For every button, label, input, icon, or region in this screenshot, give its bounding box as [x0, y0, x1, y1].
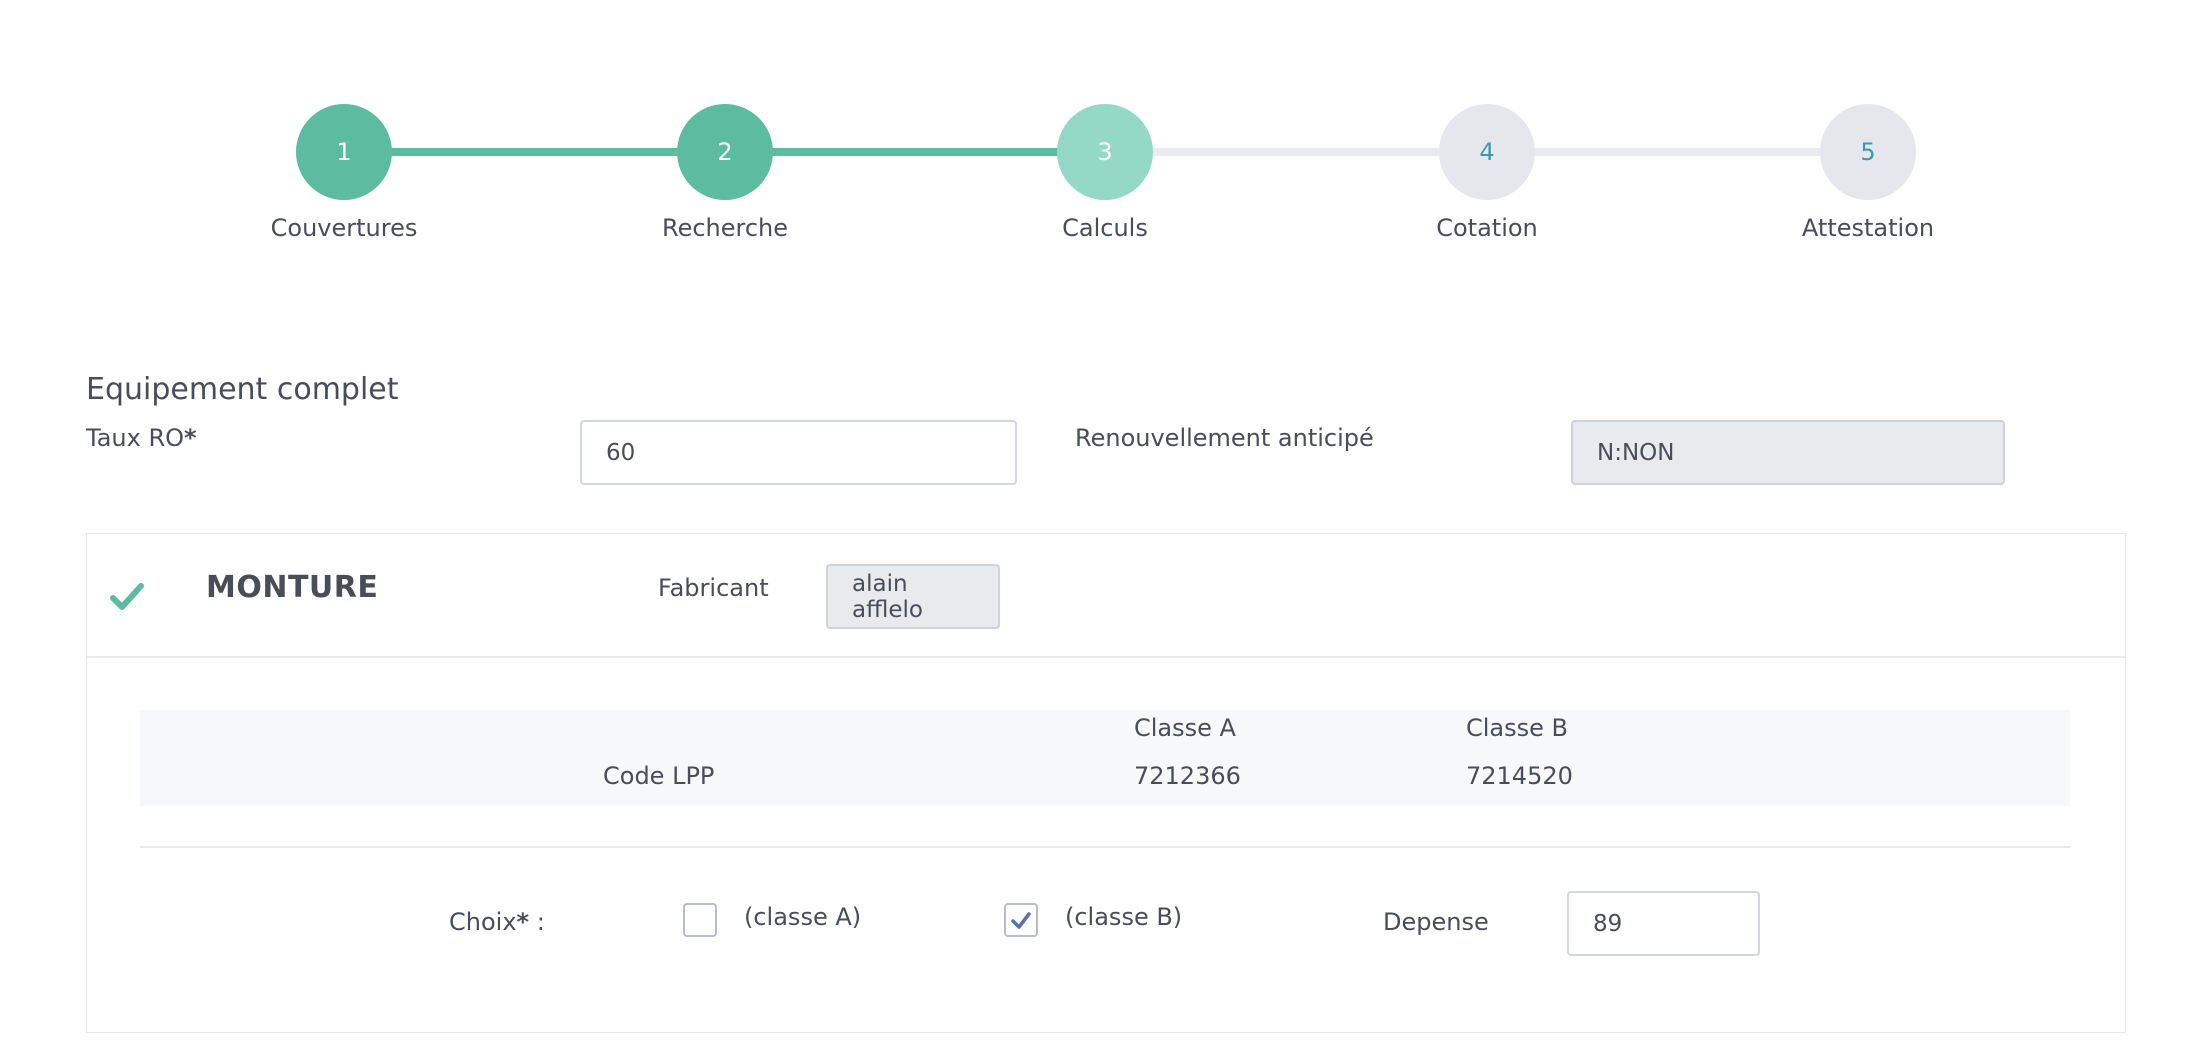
step-connector-4-5 — [1487, 148, 1867, 156]
section-title: Equipement complet — [86, 372, 399, 407]
depense-label: Depense — [1383, 908, 1489, 936]
code-lpp-classe-a: 7212366 — [1134, 762, 1241, 790]
step-1-label: Couvertures — [270, 214, 418, 242]
taux-ro-label: Taux RO* — [86, 424, 197, 452]
renouvellement-select[interactable]: N:NON — [1571, 420, 2005, 485]
column-header-classe-a: Classe A — [1134, 714, 1236, 742]
step-4-label: Cotation — [1436, 214, 1538, 242]
step-1-circle[interactable]: 1 — [296, 104, 392, 200]
classe-b-label[interactable]: (classe B) — [1065, 903, 1182, 931]
choix-label: Choix* : — [449, 908, 545, 936]
depense-input[interactable] — [1567, 891, 1760, 956]
row-label-code-lpp: Code LPP — [603, 762, 715, 790]
step-5-circle[interactable]: 5 — [1820, 104, 1916, 200]
code-lpp-classe-b: 7214520 — [1466, 762, 1573, 790]
step-3-circle[interactable]: 3 — [1057, 104, 1153, 200]
taux-ro-input[interactable] — [580, 420, 1017, 485]
monture-card-header: MONTURE Fabricant alain afflelo — [87, 534, 2125, 658]
column-header-classe-b: Classe B — [1466, 714, 1568, 742]
step-connector-2-3 — [725, 148, 1105, 156]
step-connector-3-4 — [1105, 148, 1487, 156]
monture-card: MONTURE Fabricant alain afflelo Classe A… — [86, 533, 2126, 1033]
classe-b-checkbox[interactable] — [1004, 903, 1038, 937]
step-4-circle[interactable]: 4 — [1439, 104, 1535, 200]
monture-title: MONTURE — [206, 570, 379, 605]
renouvellement-label: Renouvellement anticipé — [1075, 424, 1374, 452]
fabricant-label: Fabricant — [658, 574, 769, 602]
step-5-label: Attestation — [1801, 214, 1935, 242]
checkmark-icon — [1011, 912, 1031, 929]
classe-a-label[interactable]: (classe A) — [744, 903, 861, 931]
divider — [140, 846, 2070, 848]
classe-a-checkbox[interactable] — [683, 903, 717, 937]
progress-stepper: 1 2 3 4 5 Couvertures Recherche Calculs … — [0, 0, 2202, 260]
fabricant-value[interactable]: alain afflelo — [826, 564, 1000, 629]
step-3-label: Calculs — [1062, 214, 1148, 242]
step-connector-1-2 — [345, 148, 725, 156]
step-2-circle[interactable]: 2 — [677, 104, 773, 200]
step-2-label: Recherche — [661, 214, 789, 242]
lpp-table: Classe A Classe B Code LPP 7212366 72145… — [140, 710, 2070, 806]
check-icon — [110, 583, 144, 610]
